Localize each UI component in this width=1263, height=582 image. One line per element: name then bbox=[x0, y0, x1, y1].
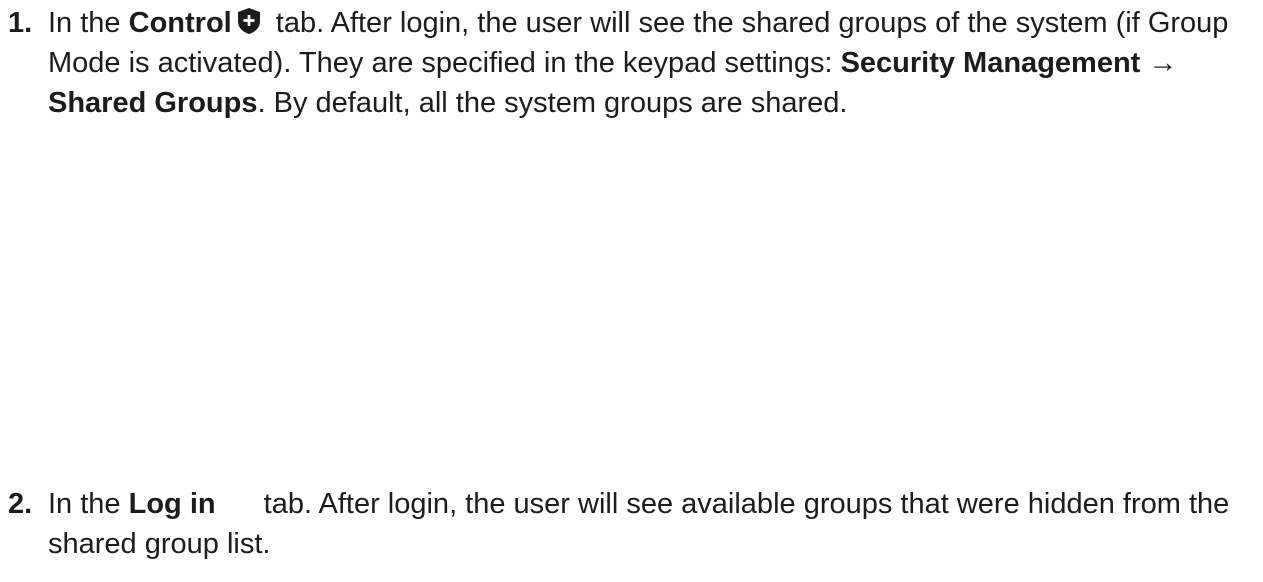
step-text-body: tab. After login, the user will see avai… bbox=[48, 488, 1230, 560]
step-text: In the Control tab. After login, the use… bbox=[48, 7, 1228, 119]
step-text-tail: . By default, all the system groups are … bbox=[257, 87, 848, 119]
step-number: 1. bbox=[8, 7, 33, 39]
menu-path-shared-groups: Shared Groups bbox=[48, 87, 258, 119]
tab-name-log-in: Log in bbox=[128, 488, 216, 520]
step-text: In the Log in tab. After login, the user… bbox=[48, 488, 1229, 560]
instruction-step-2: 2. In the Log in tab. After login, the u… bbox=[8, 484, 1253, 564]
arrow-separator: → bbox=[1140, 47, 1178, 79]
shield-plus-icon bbox=[236, 6, 262, 34]
menu-path-security-management: Security Management bbox=[840, 47, 1141, 79]
step-text-intro: In the bbox=[48, 7, 129, 39]
step-number: 2. bbox=[8, 488, 33, 520]
instruction-step-1: 1. In the Control tab. After login, the … bbox=[8, 3, 1253, 123]
step-text-intro: In the bbox=[48, 488, 129, 520]
tab-name-control: Control bbox=[128, 7, 232, 39]
tab-icon-placeholder bbox=[216, 503, 256, 513]
